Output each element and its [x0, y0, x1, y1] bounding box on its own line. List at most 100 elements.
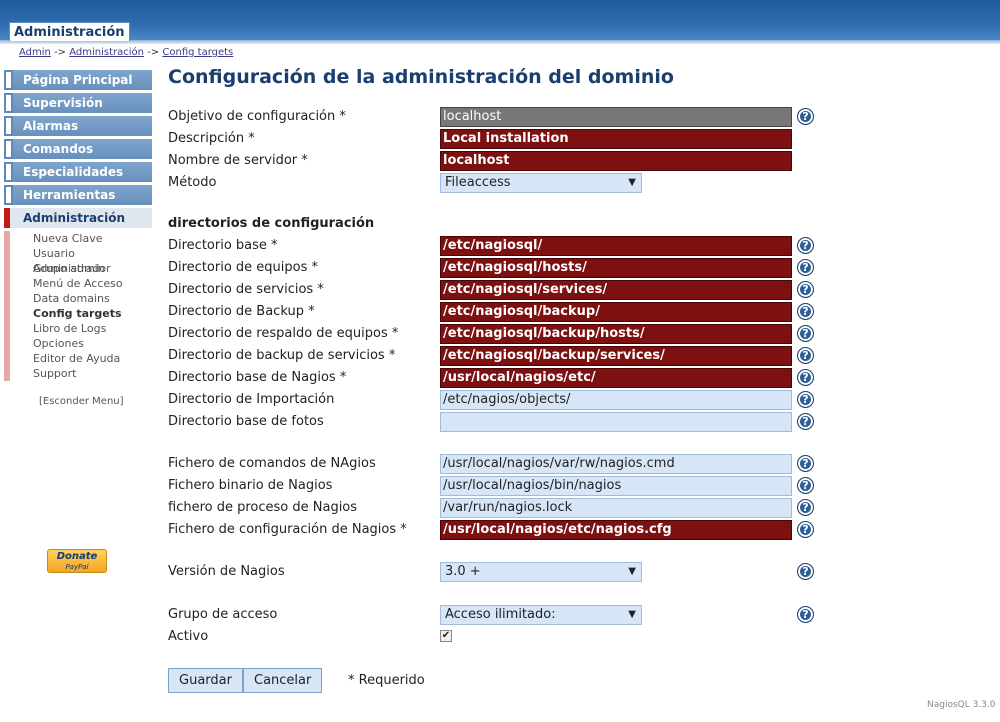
- import-dir-field[interactable]: /etc/nagios/objects/: [440, 390, 792, 410]
- config-target-field[interactable]: localhost: [440, 107, 792, 127]
- donate-label: Donate: [56, 551, 98, 562]
- row-description: Descripción * Local installation: [168, 129, 818, 151]
- sidebar-item-supervision[interactable]: Supervisión: [4, 93, 152, 113]
- row-access-group: Grupo de acceso Acceso ilimitado: ▼ ?: [168, 605, 818, 627]
- submenu-item-grupo-admin[interactable]: Grupo admin: [4, 261, 152, 276]
- base-dir-label: Directorio base *: [168, 238, 278, 253]
- submenu-item-editor-de-ayuda[interactable]: Editor de Ayuda: [4, 351, 152, 366]
- access-group-select[interactable]: Acceso ilimitado: ▼: [440, 605, 642, 625]
- method-select[interactable]: Fileaccess ▼: [440, 173, 642, 193]
- nagios-base-dir-field[interactable]: /usr/local/nagios/etc/: [440, 368, 792, 388]
- menu-marker: [4, 116, 13, 136]
- pictures-dir-field[interactable]: [440, 412, 792, 432]
- help-icon[interactable]: ?: [797, 108, 814, 125]
- pictures-dir-label: Directorio base de fotos: [168, 414, 324, 429]
- sidebar-item-comandos[interactable]: Comandos: [4, 139, 152, 159]
- row-method: Método Fileaccess ▼: [168, 173, 818, 195]
- submenu-marker: [4, 336, 10, 351]
- sidebar-item-label: Alarmas: [23, 119, 79, 133]
- save-button[interactable]: Guardar: [168, 668, 243, 693]
- access-group-value: Acceso ilimitado:: [445, 607, 556, 622]
- backup-services-dir-field[interactable]: /etc/nagiosql/backup/services/: [440, 346, 792, 366]
- base-dir-field[interactable]: /etc/nagiosql/: [440, 236, 792, 256]
- submenu-item-opciones[interactable]: Opciones: [4, 336, 152, 351]
- help-icon[interactable]: ?: [797, 281, 814, 298]
- method-label: Método: [168, 175, 217, 190]
- row-backup-services-dir: Directorio de backup de servicios * /etc…: [168, 346, 818, 368]
- row-backup-hosts-dir: Directorio de respaldo de equipos * /etc…: [168, 324, 818, 346]
- breadcrumb-admin[interactable]: Admin: [19, 47, 51, 58]
- breadcrumb-separator: ->: [54, 47, 67, 58]
- submenu-item-data-domains[interactable]: Data domains: [4, 291, 152, 306]
- sidebar-item-label: Página Principal: [23, 73, 133, 87]
- submenu-marker: [4, 291, 10, 306]
- help-icon[interactable]: ?: [797, 477, 814, 494]
- submenu-item-support[interactable]: Support: [4, 366, 152, 381]
- hosts-dir-field[interactable]: /etc/nagiosql/hosts/: [440, 258, 792, 278]
- process-file-field[interactable]: /var/run/nagios.lock: [440, 498, 792, 518]
- sidebar-item-label: Herramientas: [23, 188, 116, 202]
- chevron-down-icon: ▼: [628, 566, 636, 577]
- active-checkbox[interactable]: ✔: [440, 630, 452, 642]
- submenu-item-libro-de-logs[interactable]: Libro de Logs: [4, 321, 152, 336]
- help-icon[interactable]: ?: [797, 237, 814, 254]
- description-label: Descripción *: [168, 131, 255, 146]
- binary-file-label: Fichero binario de Nagios: [168, 478, 333, 493]
- config-file-label: Fichero de configuración de Nagios *: [168, 522, 407, 537]
- submenu-item-label: Support: [33, 367, 77, 380]
- sidebar-item-label: Especialidades: [23, 165, 124, 179]
- server-name-field[interactable]: localhost: [440, 151, 792, 171]
- sidebar-item-pagina-principal[interactable]: Página Principal: [4, 70, 152, 90]
- sidebar-item-label: Comandos: [23, 142, 94, 156]
- submenu-item-nueva-clave[interactable]: Nueva Clave: [4, 231, 152, 246]
- sidebar-item-administracion[interactable]: Administración: [4, 208, 152, 228]
- config-target-label: Objetivo de configuración *: [168, 109, 346, 124]
- menu-marker: [4, 185, 13, 205]
- sidebar-item-especialidades[interactable]: Especialidades: [4, 162, 152, 182]
- help-icon[interactable]: ?: [797, 606, 814, 623]
- help-icon[interactable]: ?: [797, 563, 814, 580]
- row-base-dir: Directorio base * /etc/nagiosql/ ?: [168, 236, 818, 258]
- backup-hosts-dir-label: Directorio de respaldo de equipos *: [168, 326, 399, 341]
- sidebar-item-alarmas[interactable]: Alarmas: [4, 116, 152, 136]
- top-header-bar: [0, 0, 1000, 40]
- hide-menu-link[interactable]: [Esconder Menu]: [39, 396, 124, 407]
- help-icon[interactable]: ?: [797, 391, 814, 408]
- submenu-item-config-targets[interactable]: Config targets: [4, 306, 152, 321]
- menu-marker: [4, 70, 13, 90]
- backup-dir-field[interactable]: /etc/nagiosql/backup/: [440, 302, 792, 322]
- breadcrumb-config-targets[interactable]: Config targets: [162, 47, 233, 58]
- submenu-item-label: Data domains: [33, 292, 110, 305]
- row-binary-file: Fichero binario de Nagios /usr/local/nag…: [168, 476, 818, 498]
- command-file-field[interactable]: /usr/local/nagios/var/rw/nagios.cmd: [440, 454, 792, 474]
- nagios-version-label: Versión de Nagios: [168, 564, 285, 579]
- row-active: Activo ✔: [168, 627, 818, 649]
- tab-administracion[interactable]: Administración: [9, 22, 130, 41]
- row-nagios-base-dir: Directorio base de Nagios * /usr/local/n…: [168, 368, 818, 390]
- help-icon[interactable]: ?: [797, 521, 814, 538]
- backup-hosts-dir-field[interactable]: /etc/nagiosql/backup/hosts/: [440, 324, 792, 344]
- submenu-marker: [4, 246, 10, 261]
- nagios-base-dir-label: Directorio base de Nagios *: [168, 370, 347, 385]
- help-icon[interactable]: ?: [797, 499, 814, 516]
- nagios-version-select[interactable]: 3.0 + ▼: [440, 562, 642, 582]
- row-config-file: Fichero de configuración de Nagios * /us…: [168, 520, 818, 542]
- help-icon[interactable]: ?: [797, 413, 814, 430]
- config-file-field[interactable]: /usr/local/nagios/etc/nagios.cfg: [440, 520, 792, 540]
- description-field[interactable]: Local installation: [440, 129, 792, 149]
- submenu-item-menu-de-acceso[interactable]: Menú de Acceso: [4, 276, 152, 291]
- cancel-button[interactable]: Cancelar: [243, 668, 323, 693]
- sidebar-item-herramientas[interactable]: Herramientas: [4, 185, 152, 205]
- help-icon[interactable]: ?: [797, 325, 814, 342]
- help-icon[interactable]: ?: [797, 369, 814, 386]
- breadcrumb-administracion[interactable]: Administración: [69, 47, 144, 58]
- help-icon[interactable]: ?: [797, 347, 814, 364]
- active-label: Activo: [168, 629, 209, 644]
- help-icon[interactable]: ?: [797, 303, 814, 320]
- paypal-donate-button[interactable]: Donate PayPal: [47, 549, 107, 573]
- services-dir-field[interactable]: /etc/nagiosql/services/: [440, 280, 792, 300]
- help-icon[interactable]: ?: [797, 455, 814, 472]
- submenu-item-usuario-administrador[interactable]: Usuario Administrador: [4, 246, 152, 275]
- help-icon[interactable]: ?: [797, 259, 814, 276]
- binary-file-field[interactable]: /usr/local/nagios/bin/nagios: [440, 476, 792, 496]
